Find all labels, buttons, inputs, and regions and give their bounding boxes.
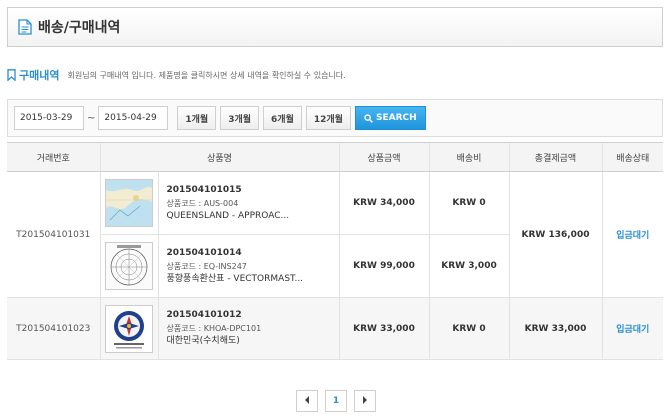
shipping-fee: KRW 0	[428, 297, 509, 360]
caret-left-icon	[304, 395, 310, 407]
product-name-link[interactable]: QUEENSLAND - APPROAC...	[167, 210, 339, 223]
table-row: T201504101031 201504101015 상품코드 : AUS-00…	[7, 171, 663, 298]
delivery-status[interactable]: 입금대기	[601, 297, 663, 360]
header-total-payment: 총결제금액	[508, 142, 602, 172]
section-description: 회원님의 구매내역 입니다. 제품명을 클릭하시면 상세 내역을 확인하실 수 …	[67, 70, 346, 80]
purchase-history-table: 거래번호 상품명 상품금액 배송비 총결제금액 배송상태 T2015041010…	[7, 142, 663, 360]
pagination: 1	[296, 390, 383, 412]
header-delivery-status: 배송상태	[601, 142, 663, 172]
period-1-month-button[interactable]: 1개월	[177, 106, 217, 130]
date-filter-bar: ~ 1개월 3개월 6개월 12개월 SEARCH	[7, 99, 663, 137]
section-heading: 구매내역 회원님의 구매내역 입니다. 제품명을 클릭하시면 상세 내역을 확인…	[7, 67, 346, 83]
product-name-link[interactable]: 대한민국(수치해도)	[167, 335, 339, 348]
total-payment: KRW 33,000	[508, 297, 602, 360]
product-info: 201504101015 상품코드 : AUS-004 QUEENSLAND -…	[157, 171, 339, 235]
search-button[interactable]: SEARCH	[354, 106, 426, 130]
header-product-price: 상품금액	[338, 142, 429, 172]
total-payment: KRW 136,000	[508, 171, 602, 298]
table-header-row: 거래번호 상품명 상품금액 배송비 총결제금액 배송상태	[7, 142, 663, 172]
period-12-month-button[interactable]: 12개월	[305, 106, 351, 130]
product-price: KRW 33,000	[338, 297, 429, 360]
search-button-label: SEARCH	[375, 113, 417, 123]
product-info: 201504101012 상품코드 : KHOA-DPC101 대한민국(수치해…	[157, 297, 339, 360]
product-id-link[interactable]: 201504101014	[167, 247, 339, 260]
hydrographic-seal-thumbnail[interactable]	[105, 304, 153, 353]
search-icon	[364, 113, 373, 123]
product-thumbnail-cell	[99, 297, 158, 360]
product-name-link[interactable]: 풍향풍속환산표 - VECTORMAST...	[167, 273, 339, 286]
shipping-fee: KRW 3,000	[428, 234, 509, 298]
transaction-id: T201504101023	[7, 297, 100, 360]
section-title: 구매내역	[19, 69, 60, 82]
period-6-month-button[interactable]: 6개월	[263, 106, 302, 130]
product-code: 상품코드 : KHOA-DPC101	[166, 324, 262, 333]
end-date-input[interactable]	[98, 106, 169, 130]
product-code: 상품코드 : EQ-INS247	[166, 261, 247, 271]
previous-page-button[interactable]	[296, 390, 318, 412]
nautical-chart-thumbnail[interactable]	[105, 179, 153, 227]
delivery-status[interactable]: 입금대기	[601, 171, 663, 298]
page-number-button[interactable]: 1	[325, 390, 347, 412]
product-code: 상품코드 : AUS-004	[166, 198, 239, 208]
page-header: 배송/구매내역	[7, 7, 663, 47]
caret-right-icon	[362, 395, 368, 407]
product-id-link[interactable]: 201504101015	[167, 184, 339, 197]
date-separator: ~	[87, 112, 96, 124]
product-id-link[interactable]: 201504101012	[167, 309, 339, 322]
header-transaction-id: 거래번호	[7, 142, 100, 172]
product-price: KRW 34,000	[338, 171, 429, 235]
product-price: KRW 99,000	[338, 234, 429, 298]
page-title: 배송/구매내역	[38, 20, 121, 36]
header-product-name: 상품명	[99, 142, 339, 172]
shipping-fee: KRW 0	[428, 171, 509, 235]
document-icon	[18, 19, 32, 35]
bookmark-icon	[7, 69, 16, 82]
transaction-id: T201504101031	[7, 171, 100, 298]
product-thumbnail-cell	[99, 171, 158, 235]
product-thumbnail-cell	[99, 234, 158, 298]
header-shipping-fee: 배송비	[428, 142, 509, 172]
start-date-input[interactable]	[14, 106, 84, 130]
next-page-button[interactable]	[354, 390, 376, 412]
product-info: 201504101014 상품코드 : EQ-INS247 풍향풍속환산표 - …	[157, 234, 339, 298]
period-3-month-button[interactable]: 3개월	[220, 106, 260, 130]
table-row: T201504101023 201504101012 상품코드 : KHOA-D…	[7, 297, 663, 360]
compass-rose-thumbnail[interactable]	[105, 242, 153, 290]
